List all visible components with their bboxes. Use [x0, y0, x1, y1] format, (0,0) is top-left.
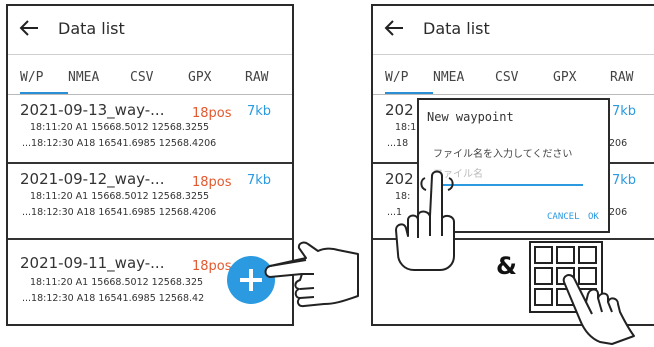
dialog-prompt: ファイル名を入力してください — [433, 149, 573, 160]
cancel-button[interactable]: CANCEL — [547, 212, 580, 222]
tab-gpx[interactable]: GPX — [188, 70, 211, 85]
row-file-size: 7kb — [247, 173, 272, 188]
row-first-point: 18:11:20 A1 15668.5012 12568.3255 — [30, 191, 210, 202]
tab-nmea[interactable]: NMEA — [433, 70, 464, 85]
row-first-point: 18:11:20 A1 15668.5012 12568.3255 — [30, 122, 210, 133]
dialog-title: New waypoint — [427, 110, 514, 124]
pointing-hand-icon — [264, 241, 359, 308]
row-filename: 202 — [385, 101, 414, 119]
row-first-point: 18:11:20 A1 15668.5012 12568.325 — [30, 277, 204, 288]
tab-raw[interactable]: RAW — [245, 70, 268, 85]
phone-screen-list: Data list W/P NMEA CSV GPX RAW 2021-09-1… — [6, 4, 294, 326]
tab-csv[interactable]: CSV — [130, 70, 153, 85]
row-position-count: 18pos — [192, 259, 232, 274]
row-filename: 2021-09-12_way-... — [20, 170, 165, 188]
row-last-point-tail: 206 — [609, 138, 628, 149]
page-title: Data list — [58, 19, 125, 38]
tab-raw[interactable]: RAW — [610, 70, 633, 85]
app-header: Data list — [8, 6, 292, 55]
row-last-point-tail: 206 — [609, 207, 628, 218]
ok-button[interactable]: OK — [588, 212, 599, 222]
row-first-point: 18:1 — [395, 122, 417, 133]
row-last-point: ...18:12:30 A18 16541.6985 12568.4206 — [22, 138, 217, 149]
row-file-size: 7kb — [612, 173, 637, 188]
row-last-point: ...18:12:30 A18 16541.6985 12568.42 — [22, 293, 205, 304]
ampersand-label: & — [496, 252, 517, 280]
row-filename: 2021-09-11_way-... — [20, 254, 165, 272]
row-position-count: 18pos — [192, 175, 232, 190]
tab-nmea[interactable]: NMEA — [68, 70, 99, 85]
row-last-point: ...18:12:30 A18 16541.6985 12568.4206 — [22, 207, 217, 218]
list-item[interactable]: 2021-09-13_way-... 18pos 7kb 18:11:20 A1… — [8, 94, 292, 163]
tab-wp[interactable]: W/P — [385, 70, 408, 85]
keypad-icon — [529, 241, 635, 345]
tab-gpx[interactable]: GPX — [553, 70, 576, 85]
tap-hand-icon — [395, 170, 455, 271]
tab-wp[interactable]: W/P — [20, 70, 43, 85]
row-file-size: 7kb — [612, 104, 637, 119]
row-last-point: ...18 — [387, 138, 409, 149]
back-arrow-icon[interactable] — [18, 17, 40, 39]
row-filename: 2021-09-13_way-... — [20, 101, 165, 119]
page-title: Data list — [423, 19, 490, 38]
app-header: Data list — [373, 6, 654, 55]
back-arrow-icon[interactable] — [383, 17, 405, 39]
tab-csv[interactable]: CSV — [495, 70, 518, 85]
list-item[interactable]: 2021-09-12_way-... 18pos 7kb 18:11:20 A1… — [8, 162, 292, 232]
row-file-size: 7kb — [247, 104, 272, 119]
row-position-count: 18pos — [192, 106, 232, 121]
